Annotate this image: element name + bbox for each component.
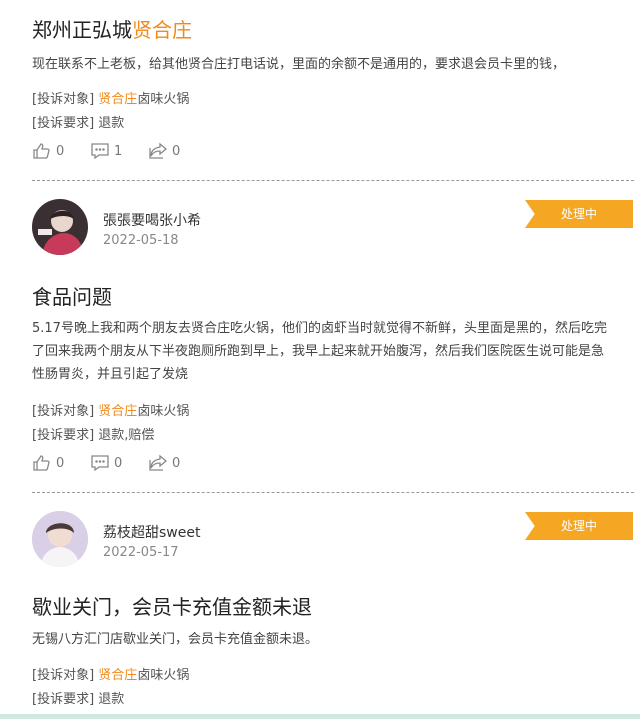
complaint-target: [投诉对象] 贤合庄卤味火锅 [32, 404, 190, 419]
thumbs-up-icon [33, 143, 50, 159]
like-button[interactable]: 0 [32, 453, 64, 473]
bottom-bar [0, 714, 640, 719]
comment-icon [91, 143, 109, 160]
like-button[interactable]: 0 [32, 141, 64, 161]
post-title[interactable]: 郑州正弘城贤合庄 [32, 14, 192, 43]
status-badge: 处理中 [525, 512, 633, 540]
brand-link[interactable]: 贤合庄 [98, 92, 137, 107]
complaint-demand: [投诉要求] 退款 [32, 692, 125, 707]
status-badge: 处理中 [525, 200, 633, 228]
username[interactable]: 荔枝超甜sweet [103, 522, 200, 542]
brand-link[interactable]: 贤合庄 [98, 668, 137, 683]
post-divider [32, 180, 634, 181]
complaint-target: [投诉对象] 贤合庄卤味火锅 [32, 92, 190, 107]
post-content: 无锡八方汇门店歇业关门，会员卡充值金额未退。 [32, 632, 319, 647]
avatar[interactable] [32, 511, 88, 567]
post-title[interactable]: 歇业关门，会员卡充值金额未退 [32, 591, 312, 620]
post-date: 2022-05-18 [103, 233, 179, 248]
thumbs-up-icon [33, 455, 50, 471]
brand-link[interactable]: 贤合庄 [98, 404, 137, 419]
share-icon [149, 142, 168, 159]
comment-icon [91, 455, 109, 472]
complaint-demand: [投诉要求] 退款 [32, 116, 125, 131]
share-icon [149, 454, 168, 471]
complaint-target: [投诉对象] 贤合庄卤味火锅 [32, 668, 190, 683]
brand-link[interactable]: 贤合庄 [132, 18, 192, 42]
share-button[interactable]: 0 [148, 141, 180, 161]
post-date: 2022-05-17 [103, 545, 179, 560]
share-button[interactable]: 0 [148, 453, 180, 473]
complaint-demand: [投诉要求] 退款,赔偿 [32, 428, 155, 443]
post-title[interactable]: 食品问题 [32, 281, 112, 310]
comment-button[interactable]: 1 [90, 141, 122, 161]
post-content: 5.17号晚上我和两个朋友去贤合庄吃火锅，他们的卤虾当时就觉得不新鲜，头里面是黑… [32, 321, 607, 382]
comment-button[interactable]: 0 [90, 453, 122, 473]
post-content: 现在联系不上老板，给其他贤合庄打电话说，里面的余额不是通用的，要求退会员卡里的钱… [32, 57, 566, 72]
post-divider [32, 492, 634, 493]
avatar[interactable] [32, 199, 88, 255]
username[interactable]: 張張要喝张小希 [103, 210, 201, 230]
